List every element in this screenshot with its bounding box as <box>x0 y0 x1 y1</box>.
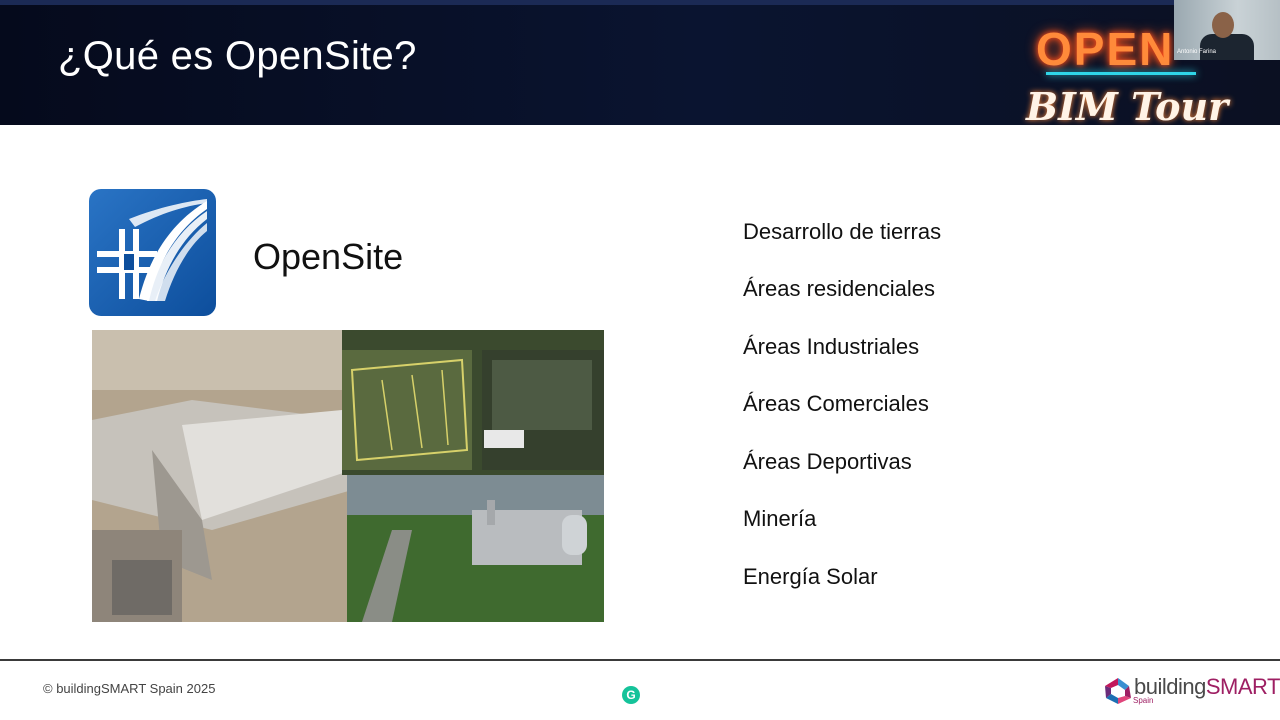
feature-item: Áreas residenciales <box>743 276 935 301</box>
open-neon-text: OPEN <box>1036 23 1175 75</box>
feature-item: Áreas Deportivas <box>743 449 912 474</box>
footer-divider <box>0 659 1280 661</box>
copyright-text: © buildingSMART Spain 2025 <box>43 681 216 696</box>
buildingsmart-mark-icon <box>1105 678 1131 704</box>
header-top-strip <box>0 0 1280 5</box>
feature-item: Minería <box>743 506 817 531</box>
product-name: OpenSite <box>253 236 404 277</box>
feature-item: Desarrollo de tierras <box>743 219 942 244</box>
buildingsmart-wordmark: buildingSMART <box>1134 674 1280 700</box>
grammarly-icon[interactable]: G <box>622 686 640 704</box>
presenter-head <box>1212 12 1234 38</box>
logo-smart: SMART <box>1205 674 1280 699</box>
feature-item: Áreas Comerciales <box>743 391 929 416</box>
presenter-body <box>1200 34 1254 60</box>
presenter-webcam: Antonio Farina <box>1174 0 1280 60</box>
logo-spain: Spain <box>1133 696 1154 705</box>
opensite-app-icon <box>89 189 216 316</box>
bim-tour-text: BIM Tour <box>1026 84 1229 129</box>
feature-item: Energía Solar <box>743 564 878 589</box>
presenter-name: Antonio Farina <box>1177 49 1217 55</box>
feature-item: Áreas Industriales <box>743 334 920 359</box>
neon-underline <box>1046 72 1196 75</box>
slide-title: ¿Qué es OpenSite? <box>58 34 417 78</box>
project-collage-image <box>92 330 604 622</box>
